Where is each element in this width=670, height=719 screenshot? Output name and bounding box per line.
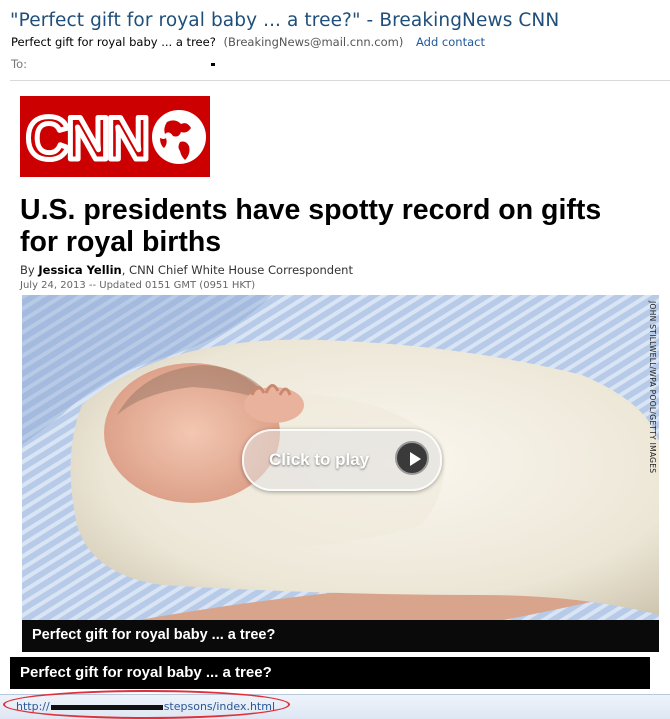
cnn-logo[interactable]: CNN [20,96,210,177]
author-title: , CNN Chief White House Correspondent [121,263,353,277]
sender-line: Perfect gift for royal baby ... a tree? … [11,35,485,49]
email-subject: "Perfect gift for royal baby ... a tree?… [10,10,560,31]
recipient-line: To: [11,57,215,71]
article-link-text: Perfect gift for royal baby ... a tree? [20,664,272,681]
article-headline: U.S. presidents have spotty record on gi… [20,194,602,258]
author-name: Jessica Yellin [38,263,122,277]
play-icon [395,441,429,475]
play-button[interactable]: Click to play [242,429,442,491]
photo-caption: Perfect gift for royal baby ... a tree? [32,627,276,643]
photo-caption-bar: Perfect gift for royal baby ... a tree? [22,620,659,652]
video-thumbnail[interactable]: JOHN STILLWELL/WPA POOL/GETTY IMAGES Cli… [22,295,659,652]
add-contact-link[interactable]: Add contact [416,35,485,49]
sender-name: Perfect gift for royal baby ... a tree? [11,35,216,49]
highlight-oval [3,690,290,719]
redacted-recipient [210,63,215,66]
byline-prefix: By [20,263,39,277]
email-header: "Perfect gift for royal baby ... a tree?… [0,0,670,80]
globe-icon [152,110,206,164]
header-divider [10,80,670,81]
article-date: July 24, 2013 -- Updated 0151 GMT (0951 … [20,280,256,291]
status-bar: http://stepsons/index.html [0,690,670,719]
cnn-logo-wordmark: CNN [26,105,147,172]
to-label: To: [11,57,27,71]
article-link[interactable]: Perfect gift for royal baby ... a tree? [10,657,650,689]
play-label: Click to play [269,450,370,469]
byline: By Jessica Yellin, CNN Chief White House… [20,263,353,277]
photo-credit: JOHN STILLWELL/WPA POOL/GETTY IMAGES [648,301,657,474]
sender-address: (BreakingNews@mail.cnn.com) [223,35,404,49]
